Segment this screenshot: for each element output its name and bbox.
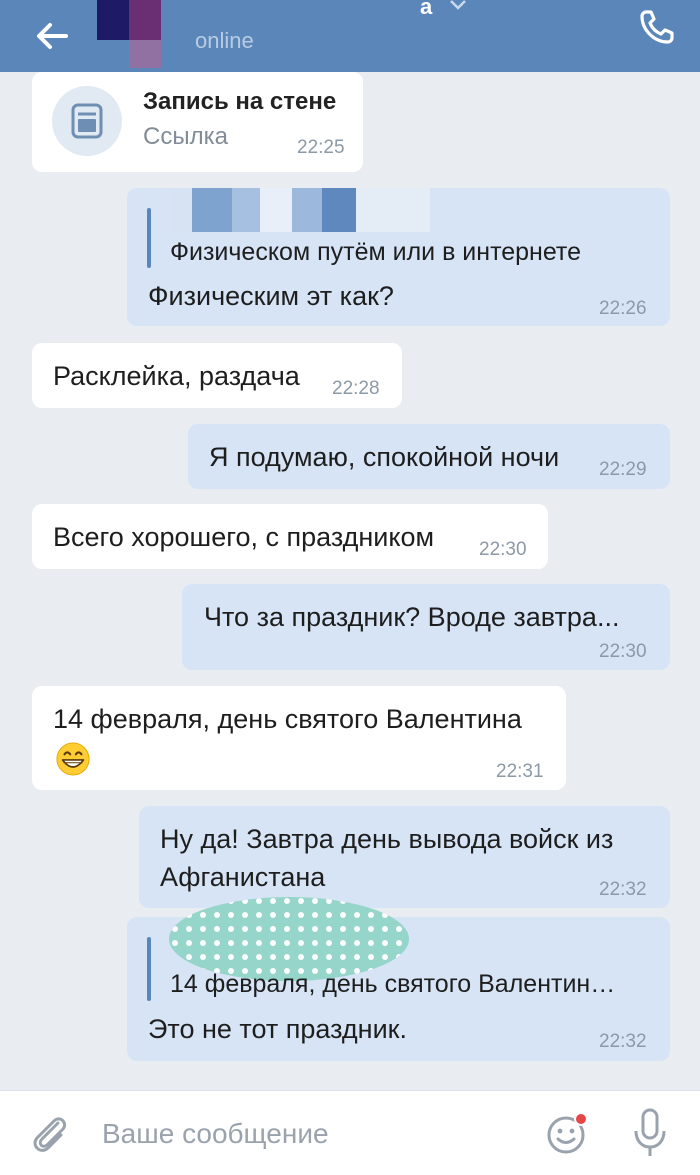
message-text: Физическим эт как? — [148, 281, 394, 311]
message-time: 22:26 — [599, 298, 647, 319]
message-time: 22:32 — [599, 879, 647, 900]
message-time: 22:32 — [599, 1031, 647, 1052]
message-text: Всего хорошего, с праздником — [53, 522, 435, 552]
grinning-face-icon — [56, 742, 90, 776]
message-text-line-1: Ну да! Завтра день вывода войск из — [160, 824, 614, 854]
message-input[interactable] — [100, 1111, 524, 1157]
message-time: 22:30 — [479, 539, 527, 560]
avatar-pixelated-3 — [129, 40, 161, 68]
wall-post-subtitle: Ссылка — [143, 123, 228, 150]
message-time: 22:31 — [496, 761, 544, 782]
message-time: 22:29 — [599, 459, 647, 480]
wall-post-icon — [71, 103, 103, 139]
smiley-sticker-icon[interactable] — [546, 1111, 590, 1155]
arrow-left-icon[interactable] — [30, 14, 74, 58]
paperclip-icon[interactable] — [28, 1109, 72, 1157]
quote-bar — [147, 208, 151, 268]
quoted-text: Физическом путём или в интернете — [170, 238, 581, 266]
avatar-pixelated[interactable] — [97, 0, 129, 40]
chat-header: online a — [0, 0, 700, 72]
message-text-line-2: Афганистана — [160, 862, 326, 892]
message-text: Я подумаю, спокойной ночи — [209, 442, 560, 472]
avatar-pixelated-2 — [129, 0, 161, 40]
message-time: 22:25 — [297, 137, 345, 158]
wall-post-title: Запись на стене — [143, 88, 337, 115]
message-text: Расклейка, раздача — [53, 361, 300, 391]
pixelated-name — [170, 188, 430, 232]
message-text: Это не тот праздник. — [148, 1014, 407, 1044]
message-time: 22:28 — [332, 378, 380, 399]
quoted-text: 14 февраля, день святого Валентин… — [170, 970, 616, 998]
quote-bar — [147, 937, 151, 1001]
microphone-icon[interactable] — [630, 1107, 670, 1159]
message-input-bar — [0, 1090, 700, 1175]
contact-name[interactable]: a — [420, 0, 432, 20]
contact-status: online — [195, 28, 254, 53]
message-time: 22:30 — [599, 641, 647, 662]
phone-icon[interactable] — [636, 6, 678, 48]
message-text: Что за праздник? Вроде завтра... — [204, 602, 620, 632]
chevron-down-icon[interactable] — [448, 0, 468, 12]
message-text: 14 февраля, день святого Валентина — [53, 704, 522, 734]
